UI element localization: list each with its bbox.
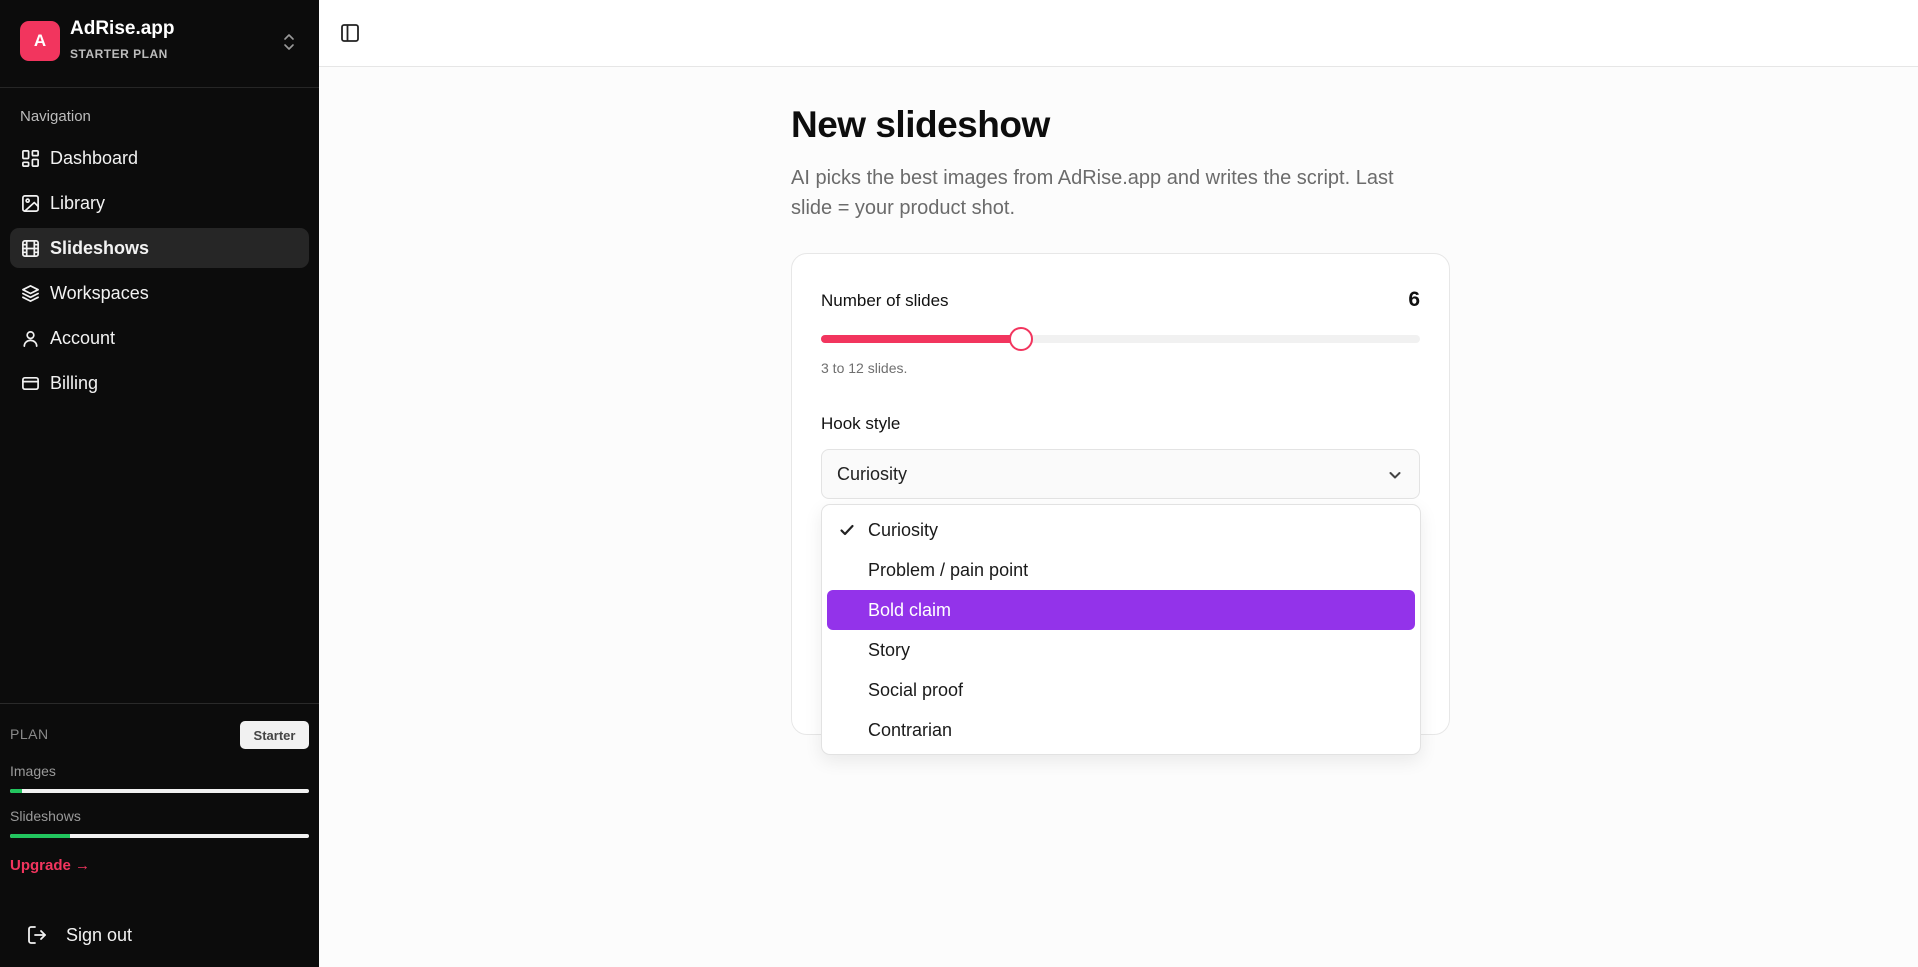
sidebar-item-billing[interactable]: Billing — [10, 363, 309, 403]
dropdown-option-label: Problem / pain point — [868, 559, 1029, 580]
sidebar: A AdRise.app STARTER PLAN Navigation Das… — [0, 0, 319, 967]
sidebar-item-label: Account — [50, 327, 116, 348]
chevron-down-icon — [1387, 467, 1403, 483]
usage-bar-slideshows — [10, 834, 309, 838]
dropdown-option[interactable]: Story — [827, 630, 1415, 670]
credit-card-icon — [20, 373, 40, 393]
plan-badge: Starter — [240, 721, 309, 749]
usage-bar-images — [10, 789, 309, 793]
hook-style-dropdown: Curiosity Problem / pain point Bold claim S… — [821, 504, 1421, 755]
usage-label-slideshows: Slideshows — [10, 808, 81, 824]
dropdown-option-label: Bold claim — [868, 599, 952, 620]
plan-label: PLAN — [10, 726, 49, 742]
plan-usage: PLAN Starter Images Slideshows Upgrade → — [0, 703, 319, 874]
page-title: New slideshow — [791, 104, 1050, 145]
user-icon — [20, 328, 40, 348]
dropdown-option[interactable]: Curiosity — [827, 510, 1415, 550]
slides-slider[interactable] — [821, 327, 1420, 351]
dropdown-option-label: Story — [868, 639, 911, 660]
dropdown-option-label: Curiosity — [868, 519, 939, 540]
dashboard-icon — [20, 148, 40, 168]
sidebar-toggle-button[interactable] — [337, 20, 363, 46]
upgrade-link[interactable]: Upgrade → — [10, 857, 90, 874]
usage-fill-slideshows — [10, 834, 70, 838]
brand-logo: A — [20, 21, 60, 61]
sidebar-item-label: Billing — [50, 372, 99, 393]
sidebar-item-workspaces[interactable]: Workspaces — [10, 273, 309, 313]
slider-thumb[interactable] — [1008, 327, 1033, 351]
usage-fill-images — [10, 789, 22, 793]
hook-style-label: Hook style — [821, 414, 901, 433]
slider-fill — [821, 335, 1021, 343]
dropdown-option[interactable]: Contrarian — [827, 710, 1415, 750]
slides-count-label: Number of slides — [821, 291, 949, 310]
nav-heading: Navigation — [20, 108, 91, 125]
sign-out-button[interactable]: Sign out — [20, 917, 300, 953]
sidebar-item-slideshows[interactable]: Slideshows — [10, 228, 309, 268]
hook-style-select[interactable]: Curiosity — [821, 449, 1420, 499]
check-icon — [839, 522, 855, 538]
workspace-switcher[interactable]: A AdRise.app STARTER PLAN — [0, 0, 319, 88]
dropdown-option[interactable]: Social proof — [827, 670, 1415, 710]
hook-style-selected: Curiosity — [837, 463, 908, 484]
sidebar-item-label: Library — [50, 192, 106, 213]
sidebar-item-label: Slideshows — [50, 237, 150, 258]
sidebar-item-account[interactable]: Account — [10, 318, 309, 358]
sign-out-icon — [28, 926, 46, 944]
dropdown-option[interactable]: Bold claim — [827, 590, 1415, 630]
panel-left-icon — [341, 24, 359, 42]
layers-icon — [20, 283, 40, 303]
topbar — [319, 0, 1918, 67]
slides-count-value: 6 — [1408, 288, 1420, 311]
sidebar-item-label: Dashboard — [50, 147, 139, 168]
usage-label-images: Images — [10, 763, 56, 779]
sidebar-item-label: Workspaces — [50, 282, 149, 303]
page-subtitle: AI picks the best images from AdRise.app… — [791, 167, 1394, 219]
dropdown-option[interactable]: Problem / pain point — [827, 550, 1415, 590]
film-icon — [20, 238, 40, 258]
dropdown-option-label: Social proof — [868, 679, 964, 700]
sidebar-item-dashboard[interactable]: Dashboard — [10, 138, 309, 178]
slides-hint: 3 to 12 slides. — [821, 360, 908, 376]
image-icon — [20, 193, 40, 213]
sign-out-label: Sign out — [66, 924, 133, 945]
sidebar-item-library[interactable]: Library — [10, 183, 309, 223]
brand-name: AdRise.app — [70, 18, 175, 39]
dropdown-option-label: Contrarian — [868, 719, 953, 740]
brand-plan: STARTER PLAN — [70, 47, 168, 61]
chevrons-up-down-icon[interactable] — [281, 32, 297, 52]
